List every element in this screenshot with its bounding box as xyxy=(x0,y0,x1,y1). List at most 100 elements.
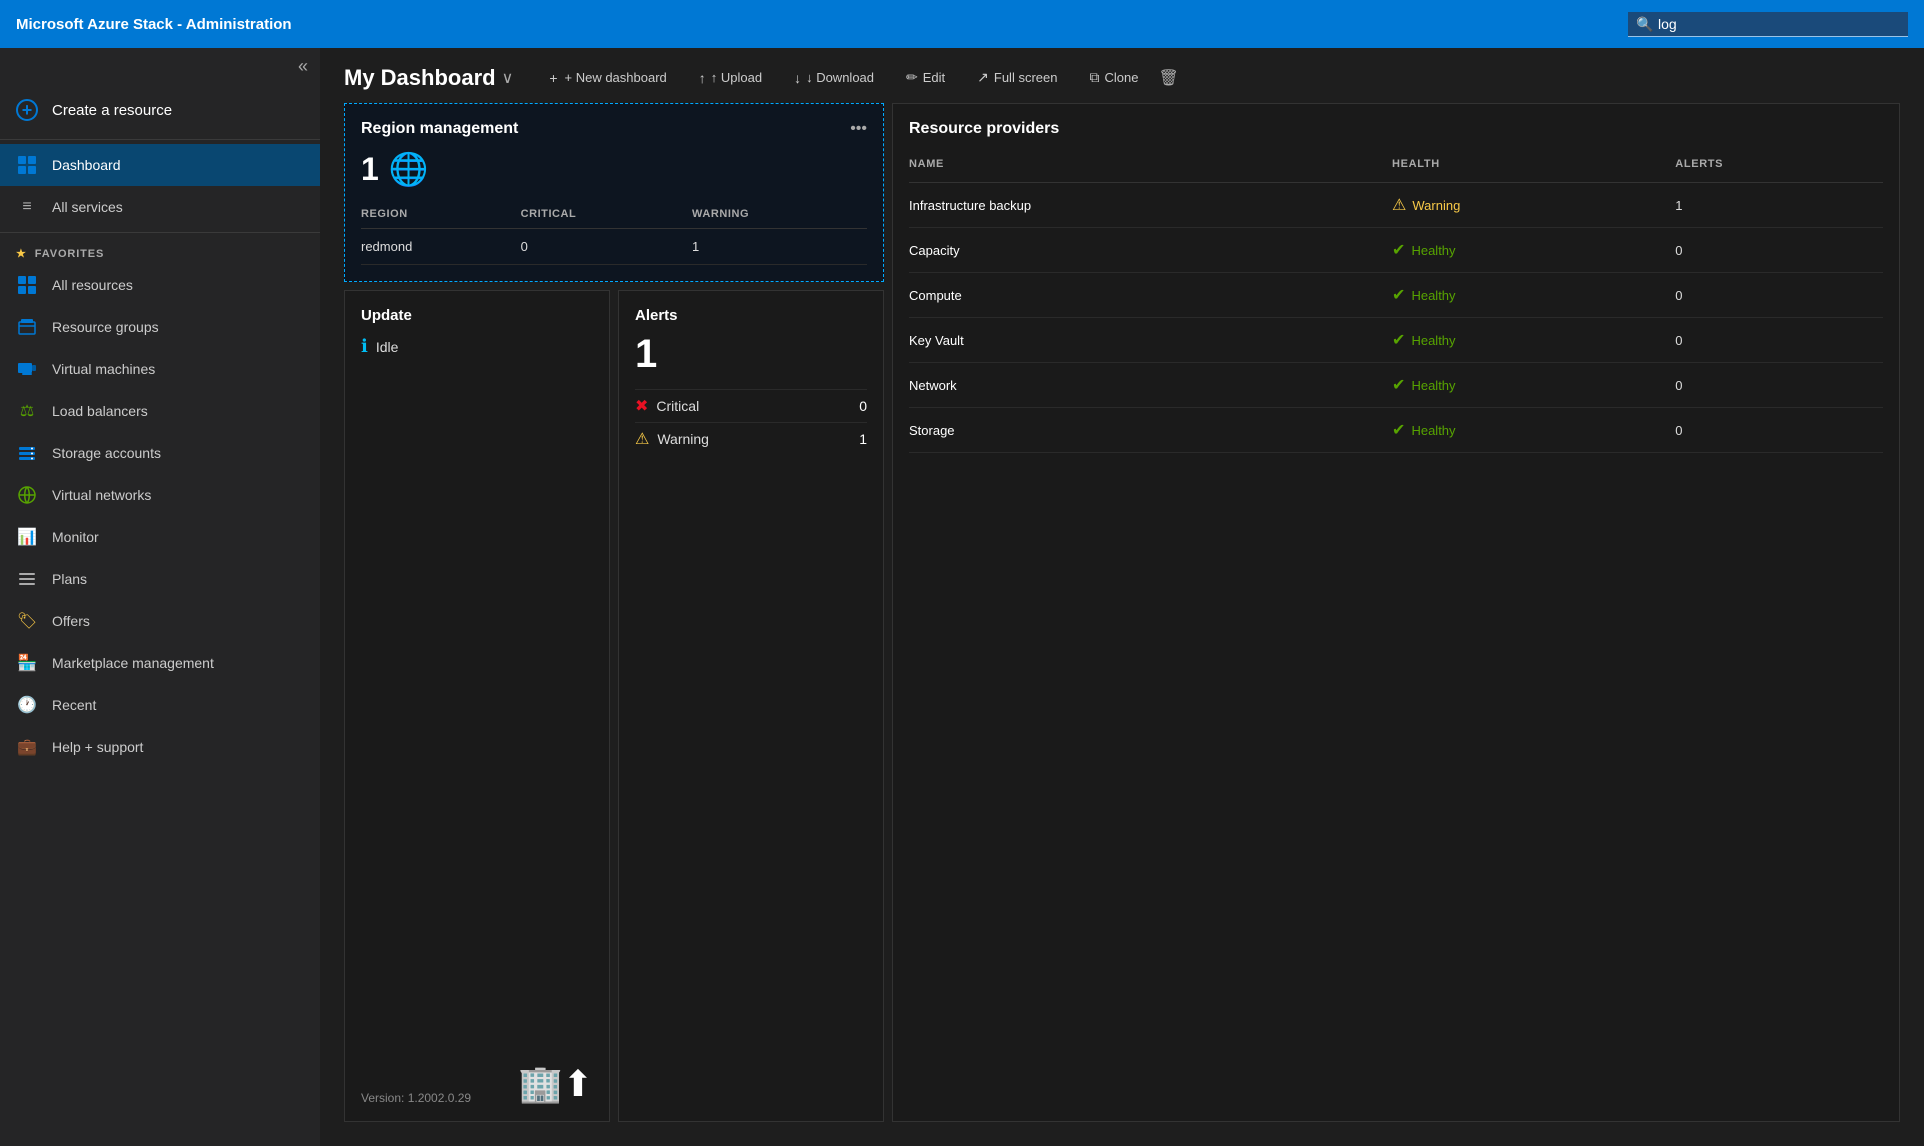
recent-icon: 🕐 xyxy=(16,694,38,716)
table-row: Key Vault ✔ Healthy 0 xyxy=(909,318,1883,363)
all-services-icon: ≡ xyxy=(16,196,38,218)
alerts-panel: Alerts 1 ✖ Critical 0 ⚠ Warning 1 xyxy=(618,290,884,1122)
rp-alerts-cell: 0 xyxy=(1675,228,1883,273)
healthy-status-icon: ✔ xyxy=(1392,375,1405,395)
resource-groups-icon xyxy=(16,316,38,338)
dashboard-panels: Region management ••• 1 🌐 REGION CRITICA… xyxy=(320,103,1924,1146)
rp-alerts-cell: 0 xyxy=(1675,363,1883,408)
clone-button[interactable]: ⧉ Clone xyxy=(1077,64,1150,91)
region-col-header: REGION xyxy=(361,204,521,229)
new-dashboard-button[interactable]: + + New dashboard xyxy=(537,65,678,91)
alerts-count: 1 xyxy=(635,332,867,377)
warning-col-header: WARNING xyxy=(692,204,867,229)
rp-health-header: HEALTH xyxy=(1392,154,1675,183)
bottom-left-row: Update ℹ Idle Version: 1.2002.0.29 🏢⬆ xyxy=(344,290,884,1122)
warning-icon: ⚠ xyxy=(635,429,649,449)
sidebar-item-dashboard[interactable]: Dashboard xyxy=(0,144,320,186)
upload-button[interactable]: ↑ ↑ Upload xyxy=(687,65,774,91)
rp-name-header: NAME xyxy=(909,154,1392,183)
full-screen-button[interactable]: ↗ Full screen xyxy=(965,64,1069,91)
help-support-icon: 💼 xyxy=(16,736,38,758)
rp-alerts-cell: 0 xyxy=(1675,408,1883,453)
critical-col-header: CRITICAL xyxy=(521,204,692,229)
search-input[interactable] xyxy=(1628,12,1908,37)
list-item: ✖ Critical 0 xyxy=(635,389,867,422)
region-management-panel: Region management ••• 1 🌐 REGION CRITICA… xyxy=(344,103,884,282)
sidebar-item-all-services[interactable]: ≡ All services xyxy=(0,186,320,228)
alerts-rows: ✖ Critical 0 ⚠ Warning 1 xyxy=(635,389,867,455)
sidebar-item-marketplace-management[interactable]: 🏪 Marketplace management xyxy=(0,642,320,684)
update-status-icon: ℹ xyxy=(361,336,368,357)
upload-icon: ↑ xyxy=(699,70,706,86)
sidebar-item-recent[interactable]: 🕐 Recent xyxy=(0,684,320,726)
critical-label: Critical xyxy=(656,398,699,414)
new-dashboard-icon: + xyxy=(549,70,557,86)
sidebar-all-services-label: All services xyxy=(52,199,123,215)
dashboard-title-wrap: My Dashboard ∨ xyxy=(344,65,513,91)
table-row: Network ✔ Healthy 0 xyxy=(909,363,1883,408)
sidebar-item-monitor[interactable]: 📊 Monitor xyxy=(0,516,320,558)
update-graphic: 🏢⬆ xyxy=(518,1063,593,1105)
rp-health-cell: ✔ Healthy xyxy=(1392,228,1675,273)
region-panel-menu-button[interactable]: ••• xyxy=(850,120,867,138)
marketplace-management-icon: 🏪 xyxy=(16,652,38,674)
monitor-label: Monitor xyxy=(52,529,99,545)
recent-label: Recent xyxy=(52,697,96,713)
create-resource-button[interactable]: + Create a resource xyxy=(0,85,320,135)
sidebar-item-virtual-machines[interactable]: Virtual machines xyxy=(0,348,320,390)
sidebar-item-plans[interactable]: Plans xyxy=(0,558,320,600)
sidebar-item-storage-accounts[interactable]: Storage accounts xyxy=(0,432,320,474)
download-icon: ↓ xyxy=(794,70,801,86)
healthy-status-icon: ✔ xyxy=(1392,240,1405,260)
plus-icon: + xyxy=(16,99,38,121)
virtual-networks-label: Virtual networks xyxy=(52,487,151,503)
rp-name-cell: Network xyxy=(909,363,1392,408)
update-footer: Version: 1.2002.0.29 🏢⬆ xyxy=(361,1063,593,1105)
rp-name-cell: Compute xyxy=(909,273,1392,318)
content-area: My Dashboard ∨ + + New dashboard ↑ ↑ Upl… xyxy=(320,48,1924,1146)
critical-icon: ✖ xyxy=(635,396,648,416)
globe-icon: 🌐 xyxy=(389,150,429,188)
critical-cell: 0 xyxy=(521,229,692,265)
sidebar-item-offers[interactable]: 🏷 Offers xyxy=(0,600,320,642)
virtual-networks-icon xyxy=(16,484,38,506)
dashboard-dropdown-icon[interactable]: ∨ xyxy=(502,68,514,88)
healthy-status-icon: ✔ xyxy=(1392,330,1405,350)
sidebar-item-all-resources[interactable]: All resources xyxy=(0,264,320,306)
clone-icon: ⧉ xyxy=(1089,69,1099,86)
resource-providers-panel: Resource providers NAME HEALTH ALERTS In… xyxy=(892,103,1900,1122)
list-item: ⚠ Warning 1 xyxy=(635,422,867,455)
rp-name-cell: Capacity xyxy=(909,228,1392,273)
sidebar-item-virtual-networks[interactable]: Virtual networks xyxy=(0,474,320,516)
sidebar-item-resource-groups[interactable]: Resource groups xyxy=(0,306,320,348)
dashboard-title: My Dashboard xyxy=(344,65,496,91)
offers-label: Offers xyxy=(52,613,90,629)
update-panel: Update ℹ Idle Version: 1.2002.0.29 🏢⬆ xyxy=(344,290,610,1122)
edit-button[interactable]: ✏ Edit xyxy=(894,64,957,91)
sidebar-item-help-support[interactable]: 💼 Help + support xyxy=(0,726,320,768)
rp-health-label: Healthy xyxy=(1411,423,1455,438)
rp-health-cell: ✔ Healthy xyxy=(1392,408,1675,453)
table-row: Storage ✔ Healthy 0 xyxy=(909,408,1883,453)
search-icon: 🔍 xyxy=(1636,16,1653,33)
sidebar-item-load-balancers[interactable]: ⚖ Load balancers xyxy=(0,390,320,432)
rp-alerts-cell: 0 xyxy=(1675,318,1883,363)
rp-health-cell: ✔ Healthy xyxy=(1392,273,1675,318)
region-panel-title: Region management xyxy=(361,120,518,138)
table-row: Compute ✔ Healthy 0 xyxy=(909,273,1883,318)
monitor-icon: 📊 xyxy=(16,526,38,548)
healthy-status-icon: ✔ xyxy=(1392,285,1405,305)
load-balancers-icon: ⚖ xyxy=(16,400,38,422)
warning-label: Warning xyxy=(657,431,709,447)
rp-health-cell: ⚠ Warning xyxy=(1392,183,1675,228)
star-icon: ★ xyxy=(16,247,27,260)
sidebar-collapse-button[interactable]: « xyxy=(0,48,320,85)
download-button[interactable]: ↓ ↓ Download xyxy=(782,65,886,91)
delete-dashboard-button[interactable]: 🗑 xyxy=(1158,68,1178,88)
app-title: Microsoft Azure Stack - Administration xyxy=(16,16,292,33)
offers-icon: 🏷 xyxy=(16,610,38,632)
rp-health-cell: ✔ Healthy xyxy=(1392,363,1675,408)
rp-health-label: Warning xyxy=(1412,198,1460,213)
rp-alerts-header: ALERTS xyxy=(1675,154,1883,183)
region-number: 1 xyxy=(361,151,379,188)
